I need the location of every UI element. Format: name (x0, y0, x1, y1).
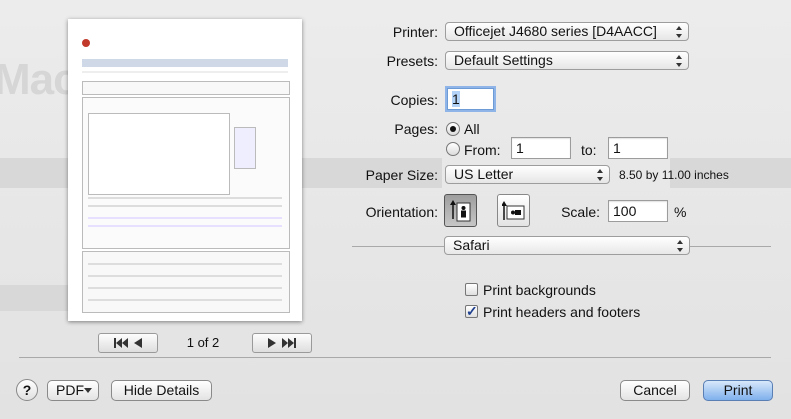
presets-value: Default Settings (454, 52, 553, 68)
paper-dimensions: 8.50 by 11.00 inches (619, 168, 729, 182)
print-backgrounds-label: Print backgrounds (483, 282, 596, 298)
orientation-label: Orientation: (365, 204, 438, 220)
popup-arrows-icon (597, 169, 604, 181)
pdf-menu-button[interactable]: PDF (47, 380, 99, 401)
pages-from-input[interactable]: 1 (511, 137, 571, 159)
hide-details-button[interactable]: Hide Details (111, 380, 212, 401)
print-headers-footers-checkbox[interactable] (465, 303, 478, 320)
background-ghost-bar (0, 285, 68, 311)
paper-size-value: US Letter (454, 166, 514, 182)
print-sheet: MacR 1 of 2 Printer: Officejet J4680 ser… (0, 0, 791, 419)
presets-popup[interactable]: Default Settings (445, 51, 689, 70)
copies-value: 1 (452, 91, 460, 107)
popup-arrows-icon (677, 240, 684, 252)
first-page-icon[interactable] (114, 338, 128, 348)
chevron-down-icon (84, 388, 92, 393)
pdf-label: PDF (56, 382, 84, 398)
print-preview (68, 19, 302, 321)
copies-input[interactable]: 1 (447, 88, 494, 110)
pages-label: Pages: (394, 121, 438, 137)
next-page-icon[interactable] (268, 338, 276, 348)
pages-all-radio[interactable] (446, 122, 460, 136)
orientation-portrait-button[interactable] (444, 194, 477, 227)
previous-page-icon[interactable] (134, 338, 142, 348)
print-headers-footers-label: Print headers and footers (483, 304, 641, 320)
section-popup[interactable]: Safari (444, 236, 690, 255)
scale-unit: % (674, 204, 687, 220)
portrait-orientation-icon (449, 199, 470, 221)
footer-divider (19, 357, 771, 358)
paper-size-popup[interactable]: US Letter (445, 165, 610, 184)
pages-to-input[interactable]: 1 (608, 137, 668, 159)
section-value: Safari (453, 237, 490, 253)
next-page-buttons[interactable] (252, 333, 312, 353)
popup-arrows-icon (676, 26, 683, 38)
paper-size-label: Paper Size: (365, 167, 438, 183)
popup-arrows-icon (676, 55, 683, 67)
scale-input[interactable]: 100 (608, 200, 668, 222)
cancel-button[interactable]: Cancel (620, 380, 690, 401)
preview-pager: 1 of 2 (98, 333, 312, 353)
scale-label: Scale: (561, 204, 600, 220)
previous-page-buttons[interactable] (98, 333, 158, 353)
preview-logo (82, 39, 94, 48)
printer-popup[interactable]: Officejet J4680 series [D4AACC] (445, 22, 689, 41)
print-backgrounds-checkbox[interactable] (465, 283, 478, 296)
landscape-orientation-icon (501, 200, 524, 220)
print-button[interactable]: Print (703, 380, 773, 401)
page-count-label: 1 of 2 (186, 335, 220, 350)
presets-label: Presets: (386, 53, 438, 69)
pages-from-label: From: (464, 142, 501, 158)
printer-label: Printer: (392, 24, 438, 40)
printer-value: Officejet J4680 series [D4AACC] (454, 23, 657, 39)
copies-label: Copies: (390, 92, 438, 108)
pages-to-label: to: (581, 142, 597, 158)
pages-all-label: All (464, 121, 480, 137)
last-page-icon[interactable] (282, 338, 296, 348)
background-ghost-bar (0, 158, 68, 188)
orientation-landscape-button[interactable] (497, 194, 530, 227)
pages-from-radio[interactable] (446, 142, 460, 156)
help-button[interactable]: ? (16, 379, 38, 401)
